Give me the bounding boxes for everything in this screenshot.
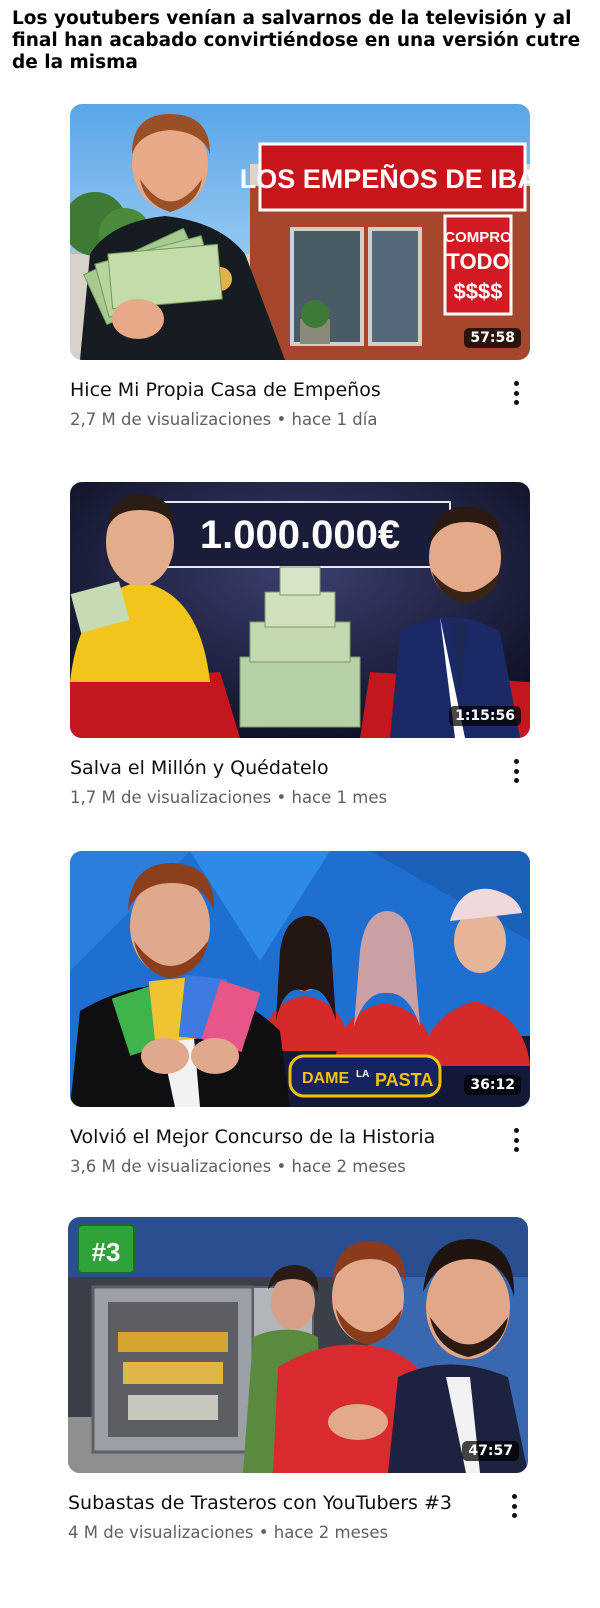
view-count: 2,7 M de visualizaciones bbox=[70, 410, 272, 429]
view-count: 1,7 M de visualizaciones bbox=[70, 788, 272, 807]
video-card[interactable]: #3 47:57 Subastas de Trasteros con YouTu… bbox=[68, 1217, 528, 1542]
svg-text:LA: LA bbox=[356, 1069, 369, 1080]
thumbnail-million-show-image: 1.000.000€ bbox=[70, 482, 530, 738]
svg-text:PASTA: PASTA bbox=[375, 1070, 433, 1090]
view-count: 3,6 M de visualizaciones bbox=[70, 1157, 272, 1176]
view-count: 4 M de visualizaciones bbox=[68, 1523, 254, 1542]
video-title[interactable]: Volvió el Mejor Concurso de la Historia bbox=[70, 1126, 490, 1148]
video-title[interactable]: Hice Mi Propia Casa de Empeños bbox=[70, 379, 490, 401]
meme-caption: Los youtubers venían a salvarnos de la t… bbox=[12, 8, 581, 73]
svg-text:TODO: TODO bbox=[446, 249, 509, 274]
video-thumbnail[interactable]: DAME LA PASTA 36:12 bbox=[70, 851, 530, 1107]
separator-dot: • bbox=[276, 1157, 287, 1176]
more-options-icon[interactable] bbox=[508, 379, 524, 407]
video-thumbnail[interactable]: #3 47:57 bbox=[68, 1217, 528, 1473]
thumb-episode-badge: #3 bbox=[92, 1237, 121, 1267]
thumbnail-storage-auction-image: #3 bbox=[68, 1217, 528, 1473]
video-metadata: 1,7 M de visualizaciones • hace 1 mes bbox=[70, 788, 490, 807]
video-card[interactable]: 1.000.000€ 1:15:56 Salva el Millón y Qué… bbox=[70, 482, 530, 807]
thumb-logo-word: DAME bbox=[302, 1070, 349, 1087]
video-card[interactable]: DAME LA PASTA 36:12 Volvió el Mejor Conc… bbox=[70, 851, 530, 1176]
separator-dot: • bbox=[258, 1523, 269, 1542]
video-thumbnail[interactable]: 1.000.000€ 1:15:56 bbox=[70, 482, 530, 738]
upload-age: hace 2 meses bbox=[273, 1523, 389, 1542]
upload-age: hace 1 día bbox=[291, 410, 378, 429]
svg-text:$$$$: $$$$ bbox=[454, 279, 503, 304]
separator-dot: • bbox=[276, 410, 287, 429]
video-thumbnail[interactable]: LOS EMPEÑOS DE IBAI COMPRO TODO $$$$ 57:… bbox=[70, 104, 530, 360]
video-duration-badge: 36:12 bbox=[464, 1075, 521, 1095]
svg-text:COMPRO: COMPRO bbox=[444, 229, 512, 246]
video-metadata: 2,7 M de visualizaciones • hace 1 día bbox=[70, 410, 490, 429]
video-duration-badge: 47:57 bbox=[462, 1441, 519, 1461]
upload-age: hace 2 meses bbox=[291, 1157, 406, 1176]
separator-dot: • bbox=[276, 788, 287, 807]
video-duration-badge: 1:15:56 bbox=[449, 706, 521, 726]
video-title[interactable]: Subastas de Trasteros con YouTubers #3 bbox=[68, 1492, 488, 1514]
thumbnail-pawn-shop-image: LOS EMPEÑOS DE IBAI COMPRO TODO $$$$ bbox=[70, 104, 530, 360]
upload-age: hace 1 mes bbox=[291, 788, 388, 807]
video-duration-badge: 57:58 bbox=[464, 328, 521, 348]
video-card[interactable]: LOS EMPEÑOS DE IBAI COMPRO TODO $$$$ 57:… bbox=[70, 104, 530, 429]
thumb-amount-text: 1.000.000€ bbox=[200, 513, 400, 557]
thumb-sign-text: LOS EMPEÑOS DE IBAI bbox=[240, 163, 530, 194]
more-options-icon[interactable] bbox=[508, 757, 524, 785]
thumbnail-quiz-show-image: DAME LA PASTA bbox=[70, 851, 530, 1107]
more-options-icon[interactable] bbox=[506, 1492, 522, 1520]
more-options-icon[interactable] bbox=[508, 1126, 524, 1154]
video-metadata: 3,6 M de visualizaciones • hace 2 meses bbox=[70, 1157, 490, 1176]
video-metadata: 4 M de visualizaciones • hace 2 meses bbox=[68, 1523, 488, 1542]
video-title[interactable]: Salva el Millón y Quédatelo bbox=[70, 757, 490, 779]
